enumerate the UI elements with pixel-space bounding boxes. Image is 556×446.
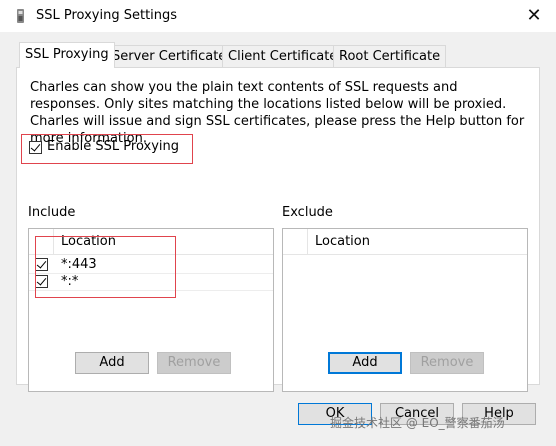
checkbox-checked-icon[interactable]: [35, 275, 48, 288]
checkbox-checked-icon[interactable]: [35, 258, 48, 271]
dialog-body: SSL Proxying Server Certificates Client …: [0, 32, 556, 446]
location-value: *:*: [61, 274, 79, 289]
include-add-button[interactable]: Add: [75, 352, 149, 374]
tab-strip: SSL Proxying Server Certificates Client …: [0, 42, 556, 68]
tab-ssl-proxying[interactable]: SSL Proxying: [19, 42, 115, 68]
exclude-list-header: Location: [283, 229, 527, 255]
include-list-header: Location: [29, 229, 273, 255]
include-list[interactable]: Location *:443 *:*: [28, 228, 274, 392]
watermark-text: 掘金技术社区 @ EO_警察番茄汤: [330, 416, 505, 430]
include-remove-button[interactable]: Remove: [157, 352, 231, 374]
include-location-column[interactable]: Location: [61, 234, 116, 249]
column-separator: [307, 229, 308, 254]
exclude-label: Exclude: [282, 205, 333, 220]
enable-ssl-label: Enable SSL Proxying: [47, 139, 180, 154]
exclude-add-button[interactable]: Add: [328, 352, 402, 374]
include-label: Include: [28, 205, 76, 220]
description-text: Charles can show you the plain text cont…: [30, 80, 525, 146]
title-bar: SSL Proxying Settings ✕: [0, 0, 556, 32]
location-value: *:443: [61, 257, 97, 272]
close-icon[interactable]: ✕: [520, 2, 548, 30]
exclude-location-column[interactable]: Location: [315, 234, 370, 249]
window-title: SSL Proxying Settings: [36, 8, 178, 23]
ssl-proxying-panel: Charles can show you the plain text cont…: [16, 67, 540, 392]
tab-client-certificates[interactable]: Client Certificates: [222, 45, 351, 67]
tab-root-certificate[interactable]: Root Certificate: [333, 45, 447, 67]
exclude-remove-button[interactable]: Remove: [410, 352, 484, 374]
column-separator: [53, 229, 54, 254]
charles-app-icon: [17, 9, 24, 23]
list-item[interactable]: *:443: [29, 257, 273, 274]
tab-server-certificates[interactable]: Server Certificates: [106, 45, 240, 67]
exclude-list[interactable]: Location: [282, 228, 528, 392]
checkbox-checked-icon[interactable]: [29, 141, 42, 154]
list-item[interactable]: *:*: [29, 274, 273, 291]
